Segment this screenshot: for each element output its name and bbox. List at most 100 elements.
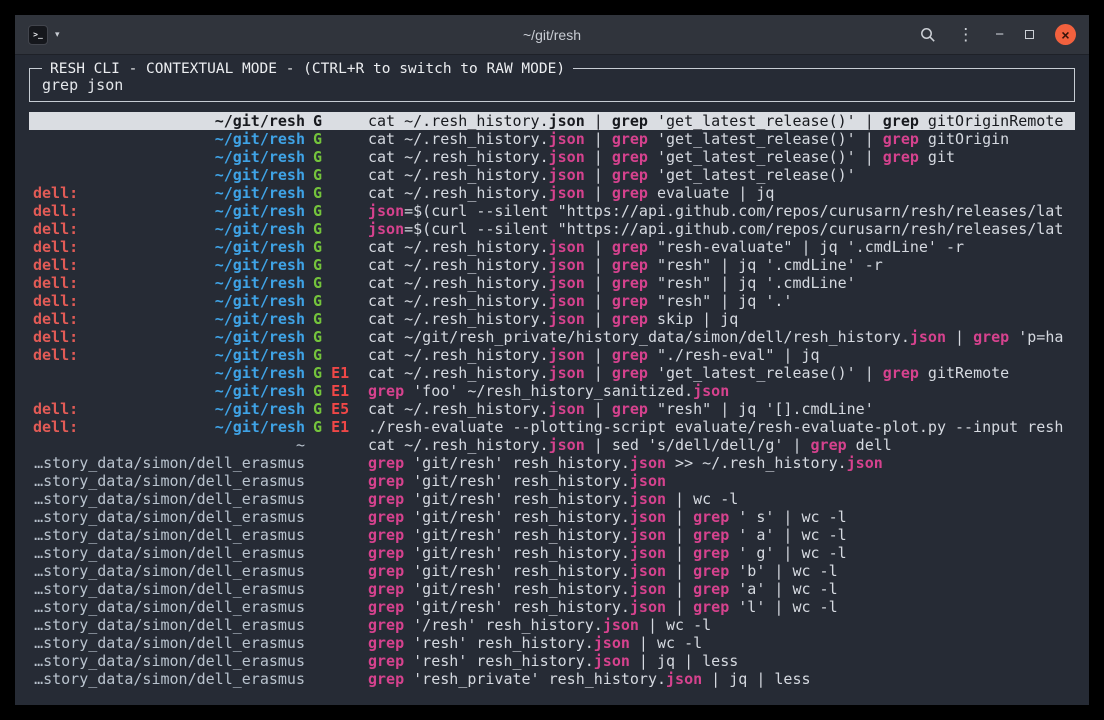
- history-row[interactable]: …story_data/simon/dell_erasmusgrep '/res…: [29, 616, 1075, 634]
- context-cell: …story_data/simon/dell_erasmus: [33, 526, 305, 544]
- context-cell: dell:~/git/resh: [33, 400, 305, 418]
- titlebar[interactable]: >_ ▾ ~/git/resh ⋮ − ×: [15, 15, 1089, 55]
- history-row[interactable]: dell:~/git/reshGcat ~/git/resh_private/h…: [29, 328, 1075, 346]
- directory-path: …story_data/simon/dell_erasmus: [34, 526, 305, 544]
- status-flags: G: [313, 310, 358, 328]
- command-text: grep 'git/resh' resh_history.json | grep…: [368, 562, 1071, 580]
- restore-button[interactable]: [1025, 30, 1034, 39]
- host-label: dell:: [33, 310, 78, 328]
- history-row[interactable]: …story_data/simon/dell_erasmusgrep 'git/…: [29, 544, 1075, 562]
- directory-path: ~/git/resh: [215, 256, 305, 274]
- command-text: cat ~/.resh_history.json | grep skip | j…: [368, 310, 1071, 328]
- history-row[interactable]: dell:~/git/reshGjson=$(curl --silent "ht…: [29, 202, 1075, 220]
- search-button[interactable]: [920, 27, 936, 43]
- resh-search-box: RESH CLI - CONTEXTUAL MODE - (CTRL+R to …: [29, 68, 1075, 102]
- status-flags: G: [313, 112, 358, 130]
- directory-path: …story_data/simon/dell_erasmus: [34, 544, 305, 562]
- history-row[interactable]: ~cat ~/.resh_history.json | sed 's/dell/…: [29, 436, 1075, 454]
- directory-path: ~/git/resh: [215, 238, 305, 256]
- command-text: grep 'resh' resh_history.json | jq | les…: [368, 652, 1071, 670]
- history-row[interactable]: dell: ~/git/resh Gcat ~/.resh_history.json…: [29, 310, 1075, 328]
- directory-path: …story_data/simon/dell_erasmus: [34, 562, 305, 580]
- status-flags: G: [313, 256, 358, 274]
- search-query-input[interactable]: grep json: [42, 77, 1062, 94]
- history-row[interactable]: ~/git/reshGcat ~/.resh_history.json | gr…: [29, 148, 1075, 166]
- minimize-button[interactable]: −: [995, 27, 1004, 42]
- history-row[interactable]: dell:~/git/reshG E5cat ~/.resh_history.j…: [29, 400, 1075, 418]
- history-row[interactable]: …story_data/simon/dell_erasmusgrep 'git/…: [29, 490, 1075, 508]
- command-text: grep 'resh_private' resh_history.json | …: [368, 670, 1071, 688]
- host-label: dell:: [33, 292, 78, 310]
- directory-path: ~/git/resh: [215, 202, 305, 220]
- history-row[interactable]: …story_data/simon/dell_erasmusgrep 'resh…: [29, 634, 1075, 652]
- host-label: dell:: [33, 328, 78, 346]
- host-label: dell:: [33, 256, 78, 274]
- command-text: cat ~/.resh_history.json | grep "resh" |…: [368, 256, 1071, 274]
- directory-path: ~/git/resh: [215, 364, 305, 382]
- history-row[interactable]: ~/git/reshGcat ~/.resh_history.json | gr…: [29, 112, 1075, 130]
- context-cell: ~: [33, 436, 305, 454]
- directory-path: …story_data/simon/dell_erasmus: [34, 472, 305, 490]
- command-text: grep 'git/resh' resh_history.json: [368, 472, 1071, 490]
- history-row[interactable]: …story_data/simon/dell_erasmusgrep 'git/…: [29, 580, 1075, 598]
- history-row[interactable]: dell:~/git/reshGcat ~/.resh_history.json…: [29, 346, 1075, 364]
- resh-mode-title: RESH CLI - CONTEXTUAL MODE - (CTRL+R to …: [42, 60, 573, 78]
- directory-path: …story_data/simon/dell_erasmus: [34, 580, 305, 598]
- directory-path: ~/git/resh: [215, 346, 305, 364]
- close-button[interactable]: ×: [1055, 24, 1076, 45]
- history-row[interactable]: …story_data/simon/dell_erasmus grep 'resh…: [29, 652, 1075, 670]
- history-row[interactable]: dell:~/git/reshGcat ~/.resh_history.json…: [29, 292, 1075, 310]
- context-cell: ~/git/resh: [33, 364, 305, 382]
- directory-path: ~/git/resh: [215, 310, 305, 328]
- status-flags: G: [313, 202, 358, 220]
- status-flags: G: [313, 184, 358, 202]
- history-row[interactable]: dell:~/git/reshG E1./resh-evaluate --plo…: [29, 418, 1075, 436]
- new-terminal-button[interactable]: >_ ▾: [28, 25, 60, 45]
- directory-path: …story_data/simon/dell_erasmus: [34, 652, 305, 670]
- history-row[interactable]: …story_data/simon/dell_erasmusgrep 'git/…: [29, 508, 1075, 526]
- status-flags: G: [313, 148, 358, 166]
- command-text: cat ~/.resh_history.json | grep 'get_lat…: [368, 148, 1071, 166]
- context-cell: …story_data/simon/dell_erasmus: [33, 544, 305, 562]
- history-row[interactable]: dell:~/git/reshGjson=$(curl --silent "ht…: [29, 220, 1075, 238]
- history-row[interactable]: …story_data/simon/dell_erasmusgrep 'git/…: [29, 454, 1075, 472]
- directory-path: …story_data/simon/dell_erasmus: [34, 670, 305, 688]
- status-flags: G: [313, 238, 358, 256]
- context-cell: dell:~/git/resh: [33, 328, 305, 346]
- history-row[interactable]: dell:~/git/reshGcat ~/.resh_history.json…: [29, 274, 1075, 292]
- command-text: json=$(curl --silent "https://api.github…: [368, 220, 1071, 238]
- context-cell: ~/git/resh: [33, 112, 305, 130]
- history-row[interactable]: …story_data/simon/dell_erasmus grep 'git/…: [29, 472, 1075, 490]
- context-cell: …story_data/simon/dell_erasmus: [33, 652, 305, 670]
- history-row[interactable]: ~/git/reshG E1cat ~/.resh_history.json |…: [29, 364, 1075, 382]
- history-row[interactable]: ~/git/reshGcat ~/.resh_history.json | gr…: [29, 166, 1075, 184]
- host-label: dell:: [33, 202, 78, 220]
- status-flags: G E5: [313, 400, 358, 418]
- history-row[interactable]: …story_data/simon/dell_erasmusgrep 'git/…: [29, 598, 1075, 616]
- status-flags: G: [313, 166, 358, 184]
- history-row[interactable]: …story_data/simon/dell_erasmus grep 'resh…: [29, 670, 1075, 688]
- directory-path: ~/git/resh: [215, 184, 305, 202]
- context-cell: dell:~/git/resh: [33, 418, 305, 436]
- history-row[interactable]: ~/git/reshGcat ~/.resh_history.json | gr…: [29, 130, 1075, 148]
- status-flags: G E1: [313, 364, 358, 382]
- history-row[interactable]: …story_data/simon/dell_erasmusgrep 'git/…: [29, 526, 1075, 544]
- history-row[interactable]: …story_data/simon/dell_erasmus grep 'git/…: [29, 562, 1075, 580]
- context-cell: ~/git/resh: [33, 382, 305, 400]
- command-text: ./resh-evaluate --plotting-script evalua…: [368, 418, 1071, 436]
- directory-path: ~/git/resh: [215, 112, 305, 130]
- history-row[interactable]: dell: ~/git/resh Gcat ~/.resh_history.json…: [29, 256, 1075, 274]
- context-cell: …story_data/simon/dell_erasmus: [33, 598, 305, 616]
- context-cell: …story_data/simon/dell_erasmus: [33, 580, 305, 598]
- menu-button[interactable]: ⋮: [957, 26, 974, 43]
- command-text: grep 'git/resh' resh_history.json | wc -…: [368, 490, 1071, 508]
- history-row[interactable]: dell:~/git/reshGcat ~/.resh_history.json…: [29, 184, 1075, 202]
- history-row[interactable]: ~/git/reshG E1grep 'foo' ~/resh_history_…: [29, 382, 1075, 400]
- host-label: dell:: [33, 274, 78, 292]
- history-row[interactable]: dell:~/git/reshGcat ~/.resh_history.json…: [29, 238, 1075, 256]
- context-cell: dell:~/git/resh: [33, 274, 305, 292]
- context-cell: …story_data/simon/dell_erasmus: [33, 562, 305, 580]
- status-flags: G: [313, 328, 358, 346]
- directory-path: ~/git/resh: [215, 220, 305, 238]
- status-flags: G: [313, 346, 358, 364]
